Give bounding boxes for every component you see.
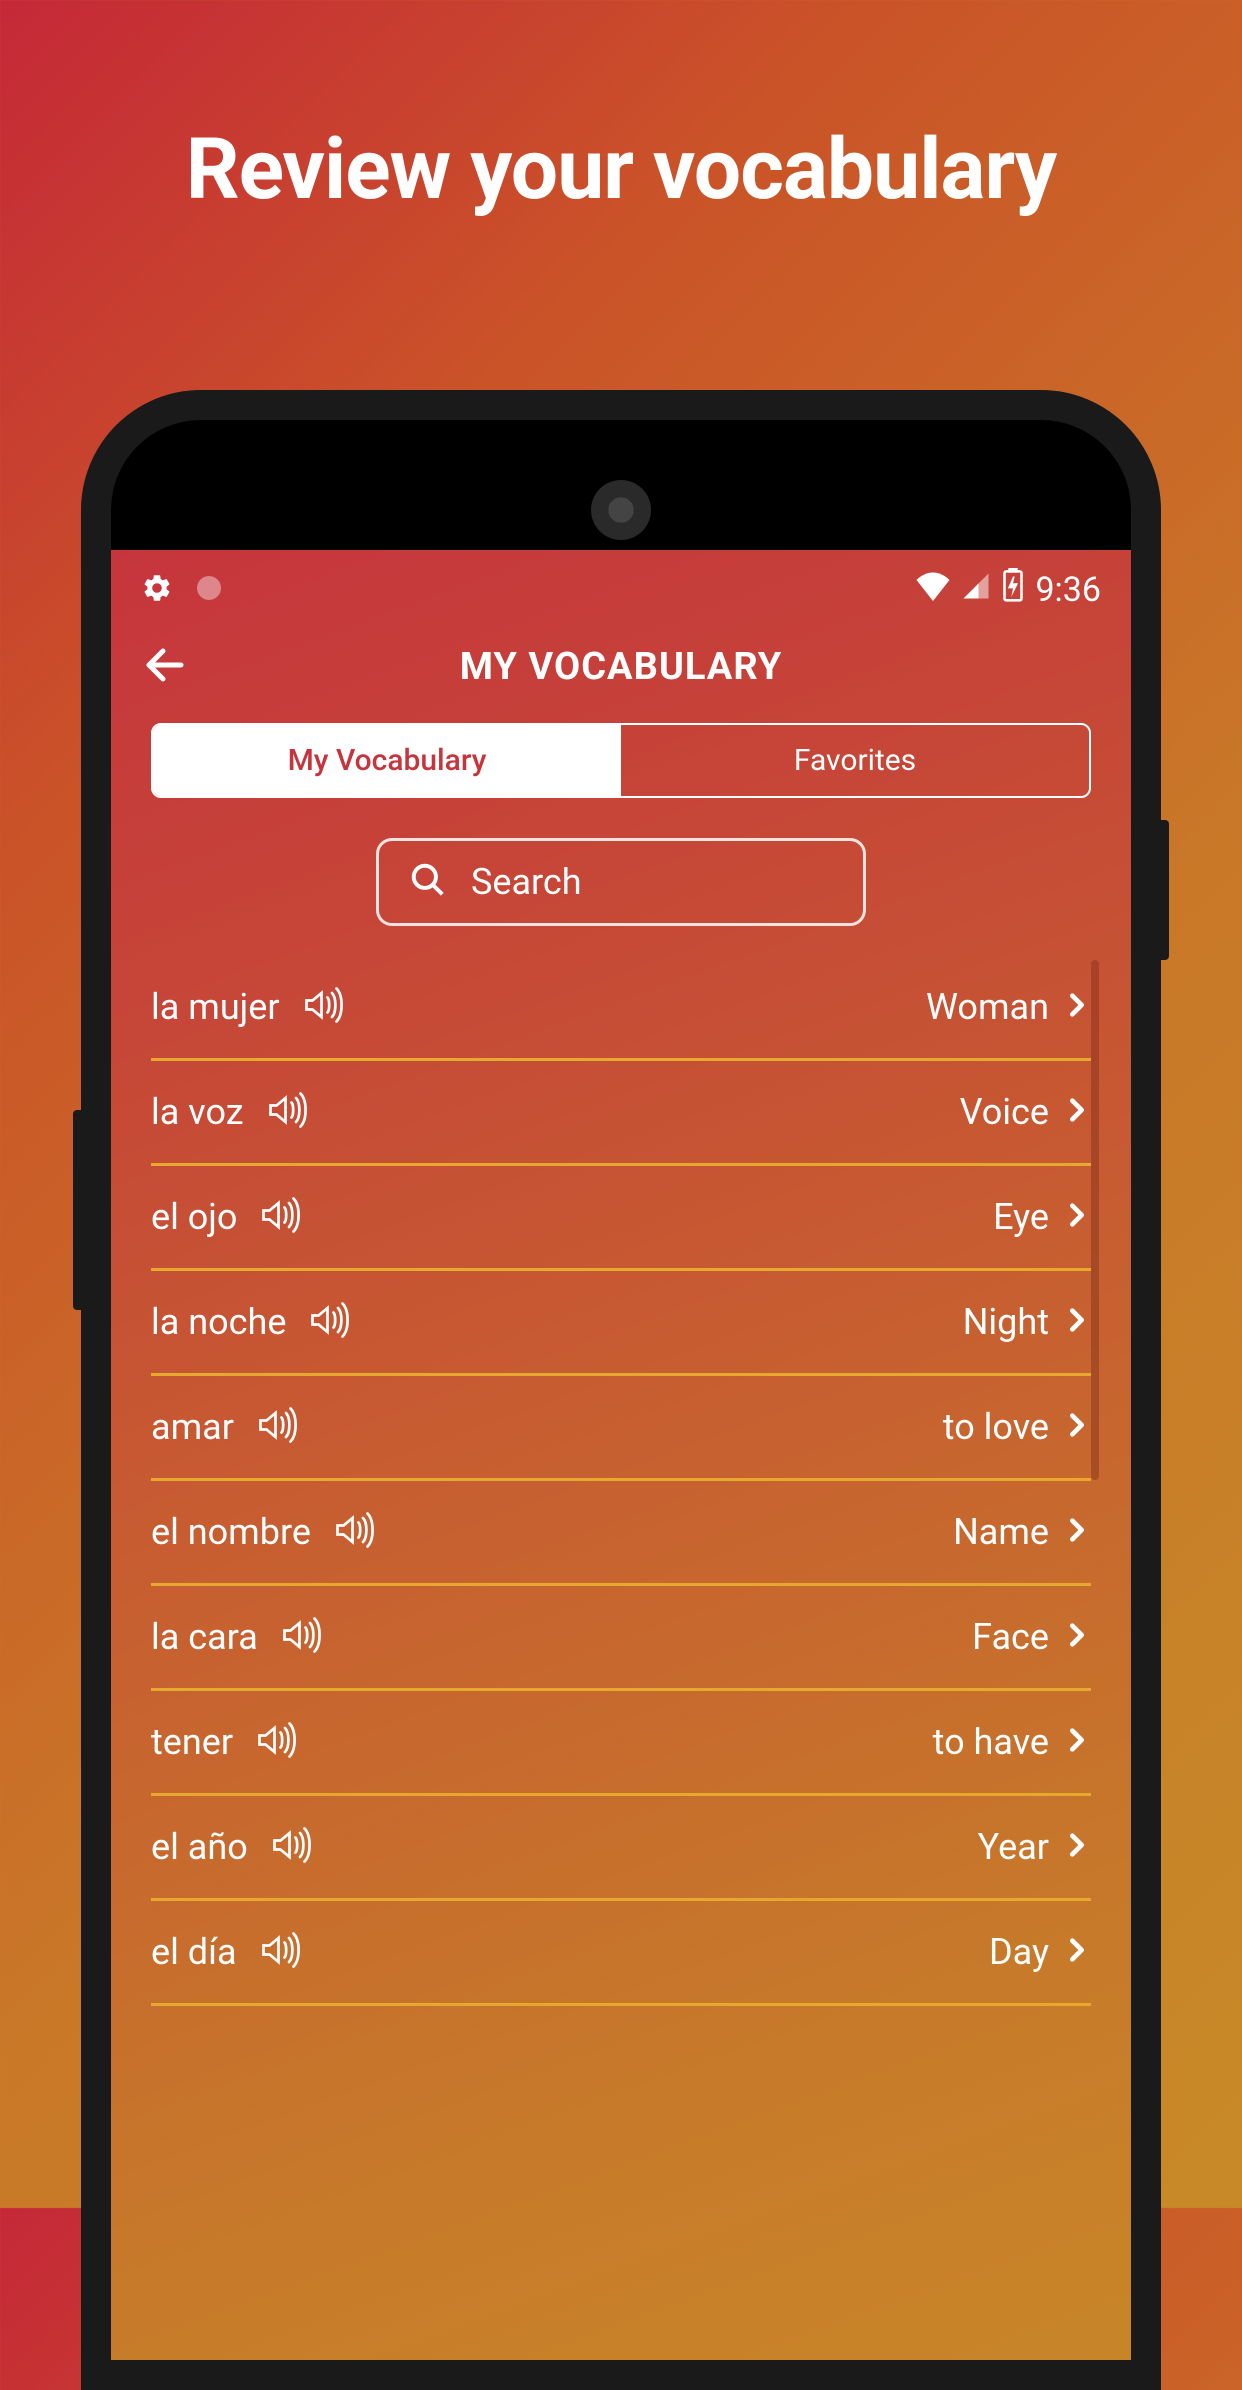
tab-bar: My Vocabulary Favorites	[151, 723, 1091, 798]
vocabulary-list: la mujer Woman la voz Voice el ojo Eye la noch…	[111, 956, 1131, 2006]
word-native: el nombre	[151, 1511, 311, 1553]
word-native: tener	[151, 1721, 233, 1763]
chevron-right-icon	[1063, 1621, 1091, 1653]
chevron-right-icon	[1063, 1831, 1091, 1863]
word-translation: Year	[978, 1826, 1049, 1868]
word-native: la mujer	[151, 986, 280, 1028]
tab-my-vocabulary[interactable]: My Vocabulary	[153, 725, 621, 796]
vocab-row[interactable]: el año Year	[151, 1796, 1091, 1901]
word-native: la noche	[151, 1301, 286, 1343]
speaker-icon[interactable]	[333, 1512, 375, 1552]
word-translation: to love	[943, 1406, 1049, 1448]
word-native: la voz	[151, 1091, 244, 1133]
vocab-row[interactable]: amar to love	[151, 1376, 1091, 1481]
search-placeholder: Search	[471, 861, 582, 903]
word-native: el año	[151, 1826, 248, 1868]
page-title: MY VOCABULARY	[460, 645, 783, 689]
circle-icon	[193, 572, 225, 608]
phone-frame: 9:36 MY VOCABULARY My Vocabulary Favorit…	[81, 390, 1161, 2390]
chevron-right-icon	[1063, 1726, 1091, 1758]
page-headline: Review your vocabulary	[0, 0, 1242, 219]
gear-icon	[141, 572, 173, 608]
vocab-row[interactable]: el día Day	[151, 1901, 1091, 2006]
speaker-icon[interactable]	[266, 1092, 308, 1132]
tab-favorites[interactable]: Favorites	[621, 725, 1089, 796]
phone-speaker	[591, 480, 651, 540]
phone-side-button-left	[73, 1110, 81, 1310]
phone-side-button-right	[1161, 820, 1169, 960]
battery-icon	[1001, 568, 1025, 611]
scroll-indicator[interactable]	[1091, 960, 1099, 1480]
speaker-icon[interactable]	[308, 1302, 350, 1342]
vocab-row[interactable]: el ojo Eye	[151, 1166, 1091, 1271]
word-translation: Voice	[960, 1091, 1049, 1133]
word-native: amar	[151, 1406, 234, 1448]
search-icon	[409, 861, 447, 903]
word-translation: Face	[972, 1616, 1049, 1658]
vocab-row[interactable]: la voz Voice	[151, 1061, 1091, 1166]
speaker-icon[interactable]	[302, 987, 344, 1027]
word-translation: to have	[933, 1721, 1049, 1763]
signal-icon	[961, 570, 991, 610]
vocab-row[interactable]: la cara Face	[151, 1586, 1091, 1691]
word-translation: Eye	[993, 1196, 1049, 1238]
word-translation: Name	[953, 1511, 1049, 1553]
app-screen: 9:36 MY VOCABULARY My Vocabulary Favorit…	[111, 550, 1131, 2360]
phone-sensor-left	[291, 490, 315, 514]
chevron-right-icon	[1063, 1936, 1091, 1968]
wifi-icon	[915, 570, 951, 610]
speaker-icon[interactable]	[259, 1197, 301, 1237]
word-native: el ojo	[151, 1196, 237, 1238]
word-native: el día	[151, 1931, 237, 1973]
vocab-row[interactable]: la noche Night	[151, 1271, 1091, 1376]
vocab-row[interactable]: la mujer Woman	[151, 956, 1091, 1061]
speaker-icon[interactable]	[270, 1827, 312, 1867]
word-translation: Night	[963, 1301, 1049, 1343]
vocab-row[interactable]: tener to have	[151, 1691, 1091, 1796]
word-translation: Woman	[926, 986, 1049, 1028]
chevron-right-icon	[1063, 1096, 1091, 1128]
word-translation: Day	[989, 1931, 1049, 1973]
status-bar: 9:36	[111, 550, 1131, 621]
speaker-icon[interactable]	[256, 1407, 298, 1447]
speaker-icon[interactable]	[255, 1722, 297, 1762]
speaker-icon[interactable]	[259, 1932, 301, 1972]
chevron-right-icon	[1063, 991, 1091, 1023]
word-native: la cara	[151, 1616, 258, 1658]
chevron-right-icon	[1063, 1201, 1091, 1233]
chevron-right-icon	[1063, 1306, 1091, 1338]
vocab-row[interactable]: el nombre Name	[151, 1481, 1091, 1586]
speaker-icon[interactable]	[280, 1617, 322, 1657]
app-bar: MY VOCABULARY	[111, 621, 1131, 723]
status-time: 9:36	[1035, 570, 1101, 610]
search-input[interactable]: Search	[376, 838, 866, 926]
phone-sensor-right	[935, 495, 951, 511]
back-button[interactable]	[141, 641, 189, 693]
chevron-right-icon	[1063, 1411, 1091, 1443]
chevron-right-icon	[1063, 1516, 1091, 1548]
